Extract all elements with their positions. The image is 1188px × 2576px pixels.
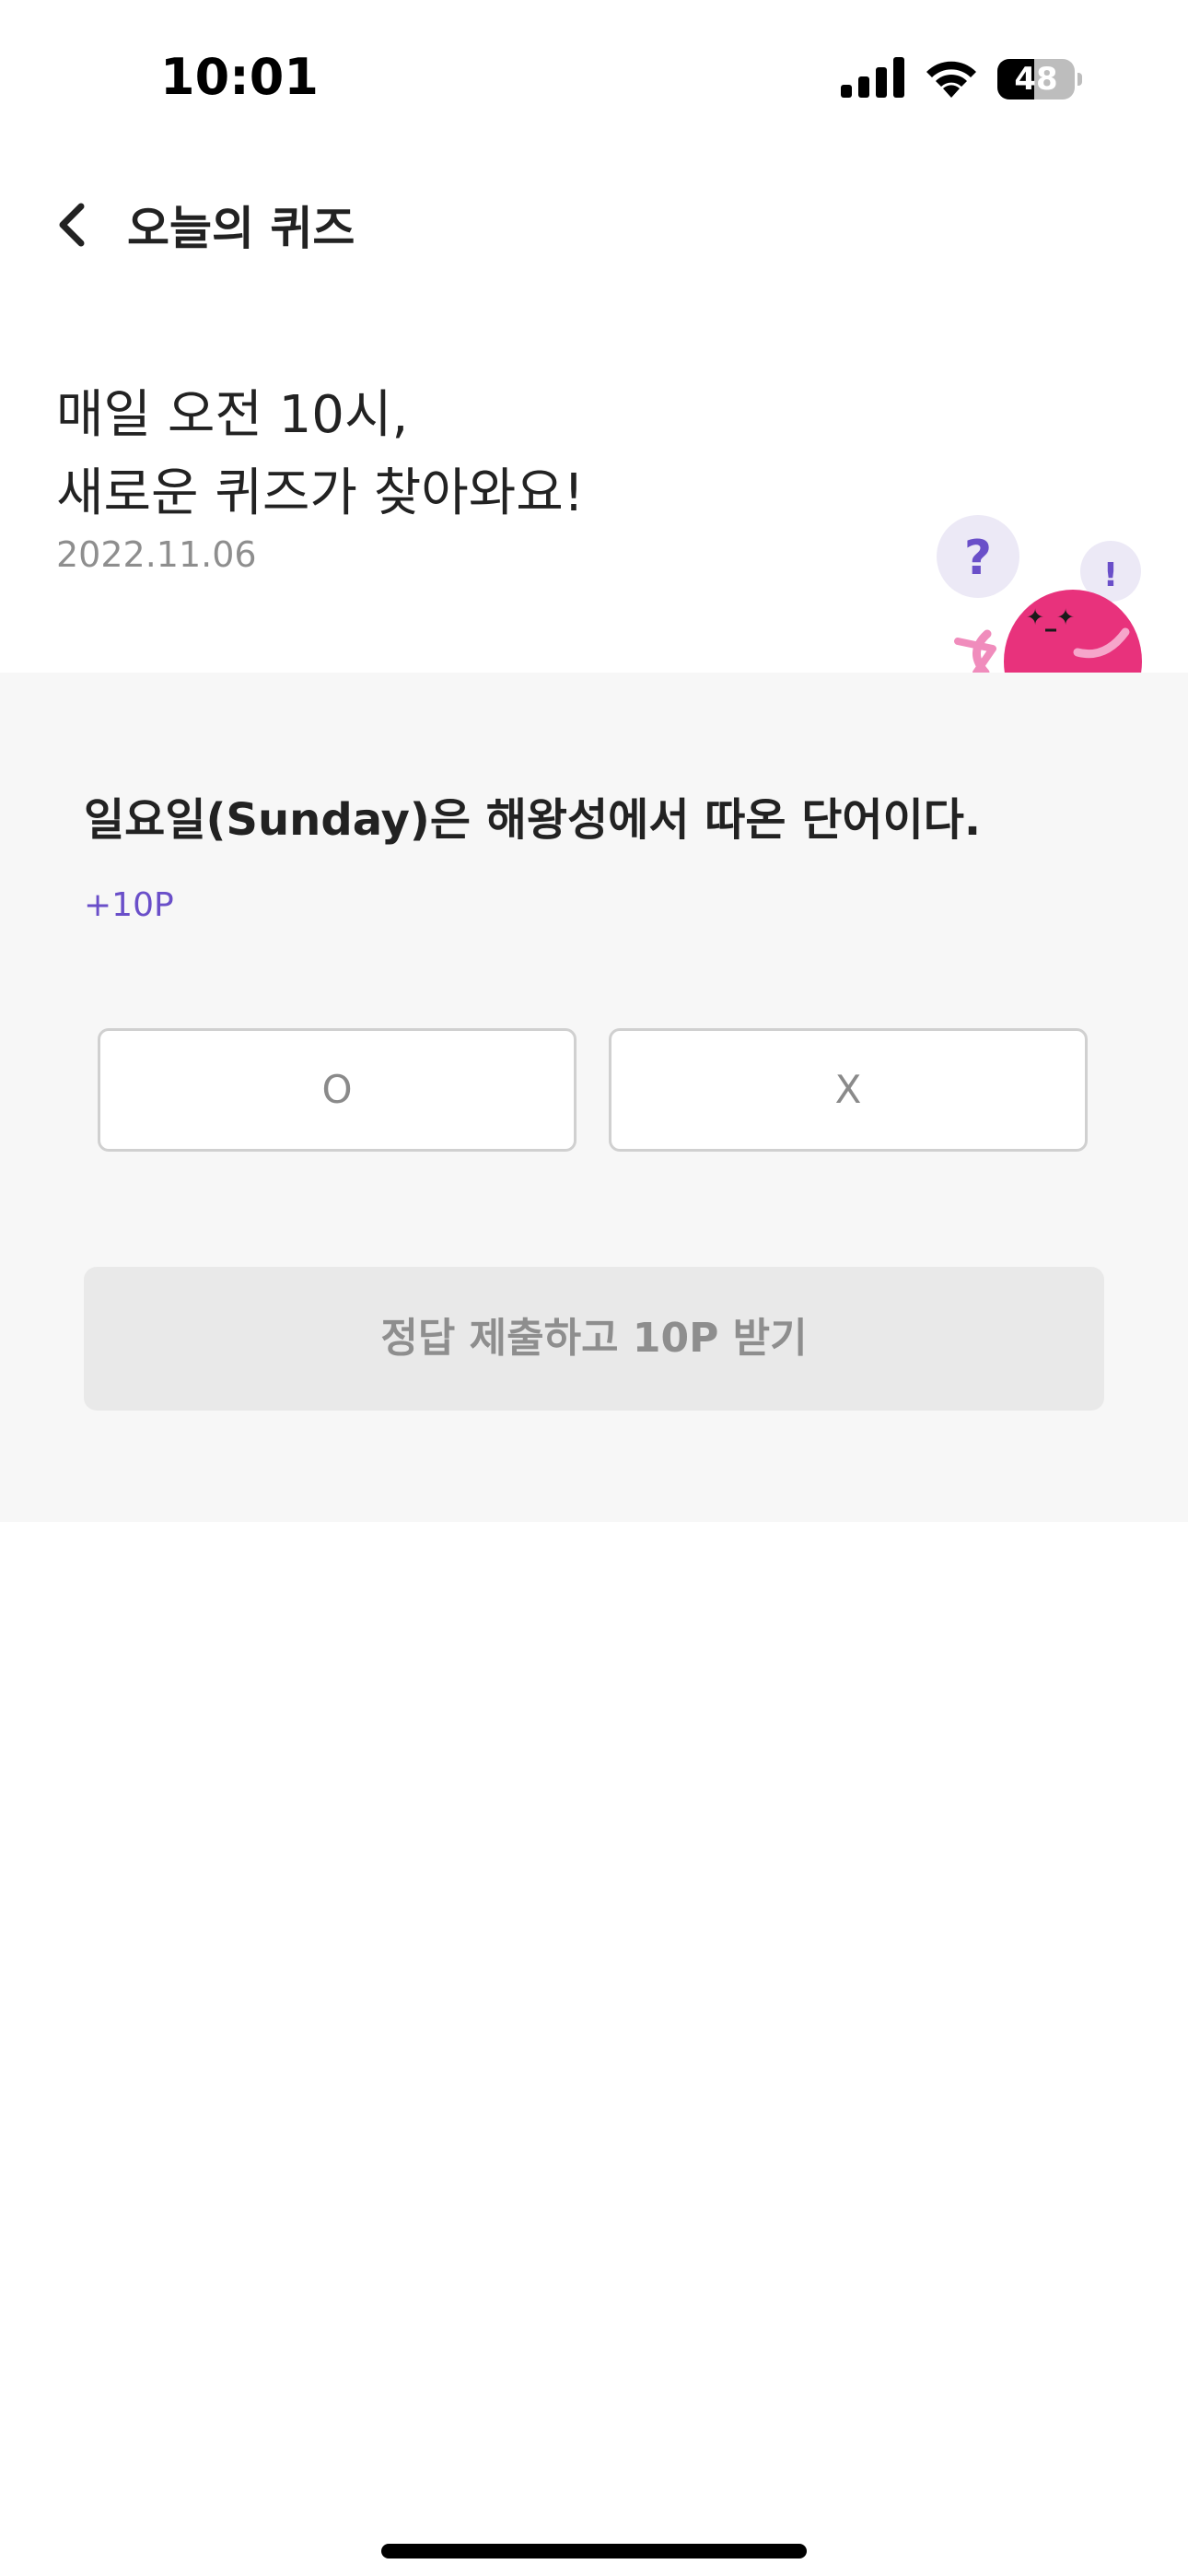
submit-answer-button[interactable]: 정답 제출하고 10P 받기 <box>84 1267 1104 1411</box>
status-time: 10:01 <box>160 48 319 106</box>
quiz-card: 일요일(Sunday)은 해왕성에서 따온 단어이다. +10P O X 정답 … <box>0 673 1188 1522</box>
svg-text:✦: ✦ <box>1026 604 1044 630</box>
quiz-page: 10:01 48 오늘의 퀴즈 매일 오전 10시, 새로운 퀴즈가 찾아와요!… <box>0 0 1188 2576</box>
app-header: 오늘의 퀴즈 <box>0 175 1188 276</box>
svg-text:?: ? <box>964 531 992 586</box>
reward-points: +10P <box>84 886 174 924</box>
status-bar: 10:01 48 <box>0 0 1188 157</box>
intro-line-2: 새로운 퀴즈가 찾아와요! <box>56 463 585 523</box>
signal-icon <box>841 57 904 98</box>
home-indicator <box>381 2544 807 2558</box>
wifi-icon <box>926 61 976 98</box>
quiz-date: 2022.11.06 <box>56 534 257 575</box>
answer-x-button[interactable]: X <box>609 1028 1088 1152</box>
quiz-question: 일요일(Sunday)은 해왕성에서 따온 단어이다. <box>84 794 982 846</box>
svg-text:✦: ✦ <box>1056 604 1075 630</box>
intro-line-1: 매일 오전 10시, <box>56 385 409 445</box>
back-button[interactable] <box>46 195 105 254</box>
quiz-mascot-icon: ? ! ✦ ✦ <box>937 515 1142 673</box>
battery-percent: 48 <box>1014 61 1058 98</box>
svg-text:!: ! <box>1103 556 1118 594</box>
answer-o-button[interactable]: O <box>98 1028 577 1152</box>
page-title: 오늘의 퀴즈 <box>127 202 355 255</box>
chevron-left-icon <box>59 203 85 247</box>
battery-icon: 48 <box>997 59 1082 100</box>
